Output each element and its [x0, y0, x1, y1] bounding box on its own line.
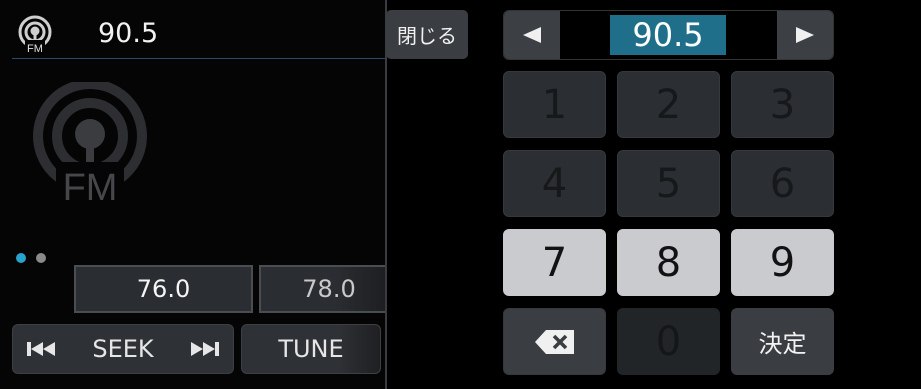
tune-label: TUNE [278, 335, 344, 363]
key-2[interactable]: 2 [617, 71, 720, 138]
close-button[interactable]: 閉じる [386, 10, 468, 59]
entry-value: 90.5 [610, 15, 726, 55]
key-1[interactable]: 1 [503, 71, 606, 138]
key-3[interactable]: 3 [731, 71, 834, 138]
page-dot-active [16, 253, 26, 263]
header-divider [12, 58, 385, 59]
backspace-button[interactable] [503, 308, 606, 375]
key-6[interactable]: 6 [731, 150, 834, 217]
preset-button-2[interactable]: 78.0 [259, 265, 385, 313]
seek-button[interactable]: SEEK [12, 324, 234, 374]
panel-divider [385, 0, 387, 389]
fm-large-label: FM [63, 167, 118, 209]
current-frequency: 90.5 [98, 18, 159, 49]
radio-panel: FM 90.5 FM 76.0 78.0 SEEK TUNE [0, 0, 385, 389]
page-dot [36, 253, 46, 263]
fm-small-label: FM [27, 43, 43, 55]
confirm-button[interactable]: 決定 [731, 308, 834, 375]
key-9[interactable]: 9 [731, 229, 834, 296]
tune-button[interactable]: TUNE [241, 324, 381, 374]
key-5[interactable]: 5 [617, 150, 720, 217]
fm-radio-icon: FM [14, 14, 56, 56]
key-4[interactable]: 4 [503, 150, 606, 217]
arrow-left-icon [523, 27, 541, 43]
key-8[interactable]: 8 [617, 229, 720, 296]
arrow-right-icon [796, 27, 814, 43]
backspace-icon [534, 329, 574, 354]
seek-label: SEEK [92, 335, 154, 363]
seek-back-icon [25, 339, 59, 359]
frequency-entry: 90.5 [503, 10, 834, 60]
preset-button-1[interactable]: 76.0 [74, 265, 253, 313]
frequency-down-button[interactable] [504, 11, 560, 59]
key-0[interactable]: 0 [617, 308, 720, 375]
key-7[interactable]: 7 [503, 229, 606, 296]
fm-large-icon: FM [26, 79, 160, 210]
seek-forward-icon [187, 339, 221, 359]
page-indicator [16, 253, 46, 263]
frequency-up-button[interactable] [777, 11, 833, 59]
